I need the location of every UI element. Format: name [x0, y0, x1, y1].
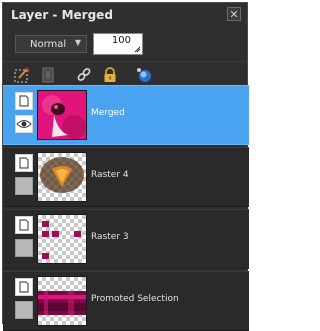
layer-thumbnail — [37, 90, 87, 140]
edit-layer-icon[interactable] — [13, 66, 31, 84]
eye-icon — [16, 120, 32, 128]
layer-row-promoted-selection[interactable]: Promoted Selection — [3, 271, 249, 331]
close-button[interactable]: ✕ — [227, 7, 241, 21]
close-icon: ✕ — [229, 8, 239, 21]
visibility-toggle[interactable] — [15, 239, 33, 257]
visibility-toggle[interactable] — [15, 301, 33, 319]
layer-palette: Layer - Merged ✕ Normal ▼ 100 Merged Ras… — [2, 2, 249, 331]
layer-name: Raster 3 — [91, 232, 129, 242]
layer-thumbnail — [37, 276, 87, 326]
visibility-toggle[interactable] — [15, 115, 33, 133]
link-icon[interactable] — [75, 66, 93, 84]
opacity-value: 100 — [111, 35, 131, 46]
layer-row-raster-4[interactable]: Raster 4 — [3, 147, 249, 207]
layer-name: Merged — [91, 108, 125, 118]
layer-row-merged[interactable]: Merged — [3, 85, 249, 145]
visibility-toggle[interactable] — [15, 177, 33, 195]
layer-thumbnail — [37, 214, 87, 264]
layer-thumbnail — [37, 152, 87, 202]
lock-icon[interactable] — [101, 66, 119, 84]
layer-row-raster-3[interactable]: Raster 3 — [3, 209, 249, 269]
palette-title: Layer - Merged — [11, 8, 113, 22]
layer-type-icon — [15, 278, 33, 296]
blend-mode-dropdown[interactable]: Normal ▼ — [15, 35, 87, 53]
layer-toolbar — [3, 61, 247, 86]
layer-name: Promoted Selection — [91, 294, 179, 304]
layer-controls: Normal ▼ 100 — [3, 31, 247, 57]
layer-type-icon — [15, 216, 33, 234]
layer-type-icon — [15, 92, 33, 110]
layer-name: Raster 4 — [91, 170, 129, 180]
layer-style-icon[interactable] — [135, 66, 153, 84]
palette-titlebar[interactable]: Layer - Merged ✕ — [3, 3, 247, 29]
layer-type-icon — [15, 154, 33, 172]
mask-icon[interactable] — [39, 66, 57, 84]
resize-grip-icon — [134, 46, 141, 53]
chevron-down-icon: ▼ — [74, 38, 81, 47]
blend-mode-value: Normal — [30, 39, 67, 50]
opacity-field[interactable]: 100 — [93, 33, 143, 55]
